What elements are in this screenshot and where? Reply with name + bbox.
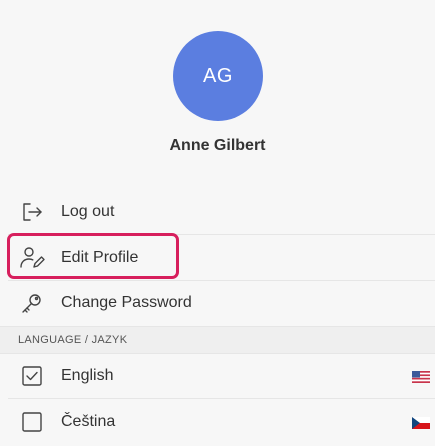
- avatar: AG: [173, 31, 263, 121]
- checkbox-checked-icon[interactable]: [19, 363, 45, 389]
- language-option-english[interactable]: English: [0, 353, 435, 398]
- language-header-label: LANGUAGE / JAZYK: [18, 334, 128, 346]
- cz-flag-icon: [412, 416, 430, 429]
- logout-icon: [19, 199, 45, 225]
- language-label-english: English: [61, 366, 114, 384]
- user-menu-panel: AG Anne Gilbert Log out Edit Profile Cha…: [0, 0, 435, 446]
- avatar-initials: AG: [203, 64, 233, 87]
- logout-label: Log out: [61, 202, 115, 220]
- change-password-menu-item[interactable]: Change Password: [0, 280, 435, 325]
- checkbox-unchecked-icon[interactable]: [19, 409, 45, 435]
- language-label-czech: Čeština: [61, 412, 116, 430]
- key-icon: [19, 290, 45, 316]
- language-option-czech[interactable]: Čeština: [0, 399, 435, 444]
- us-flag-icon: [412, 370, 430, 383]
- language-section-header: LANGUAGE / JAZYK: [0, 326, 435, 354]
- edit-profile-highlight: [7, 233, 179, 279]
- change-password-label: Change Password: [61, 293, 192, 311]
- logout-menu-item[interactable]: Log out: [0, 189, 435, 234]
- user-name: Anne Gilbert: [169, 137, 266, 154]
